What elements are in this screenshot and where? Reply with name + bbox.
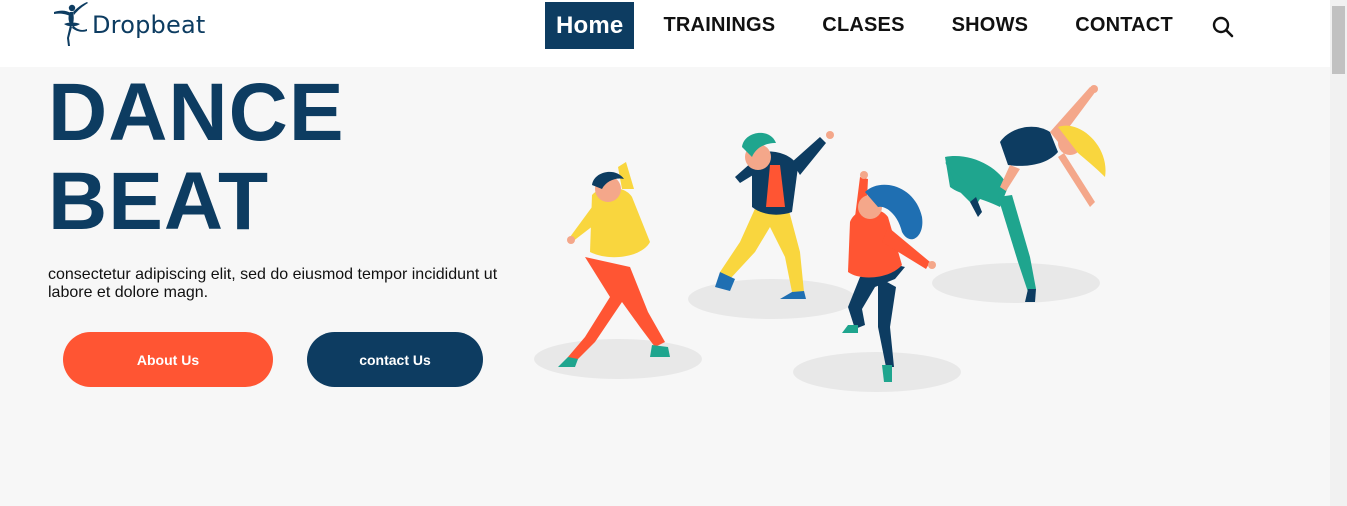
top-navbar: Dropbeat Home TRAININGS CLASES SHOWS CON… — [0, 0, 1330, 67]
brand-logo[interactable]: Dropbeat — [46, 0, 205, 50]
dancer-red-top — [842, 171, 936, 382]
hero-title: DANCE BEAT — [48, 68, 345, 246]
search-icon[interactable] — [1211, 15, 1235, 39]
floor-shadow — [688, 279, 856, 319]
nav-item-clases[interactable]: CLASES — [811, 2, 915, 49]
hero-title-line1: DANCE — [48, 67, 345, 158]
about-us-button[interactable]: About Us — [63, 332, 273, 387]
scrollbar-thumb[interactable] — [1332, 6, 1345, 74]
hero-description: consectetur adipiscing elit, sed do eius… — [48, 266, 498, 301]
floor-shadow — [932, 263, 1100, 303]
main-nav: Home TRAININGS CLASES SHOWS CONTACT — [545, 2, 1184, 49]
ballerina-icon — [54, 2, 88, 46]
dancers-illustration — [534, 85, 1106, 392]
nav-item-trainings[interactable]: TRAININGS — [652, 2, 786, 49]
contact-us-button[interactable]: contact Us — [307, 332, 483, 387]
nav-item-home[interactable]: Home — [545, 2, 635, 49]
nav-item-contact[interactable]: CONTACT — [1064, 2, 1184, 49]
nav-item-shows[interactable]: SHOWS — [941, 2, 1040, 49]
hero-title-line2: BEAT — [48, 156, 270, 247]
dancer-navy-jacket — [715, 131, 834, 299]
page-scrollbar[interactable] — [1330, 0, 1347, 506]
floor-shadow — [793, 352, 961, 392]
brand-name: Dropbeat — [92, 11, 206, 39]
floor-shadow — [534, 339, 702, 379]
dancer-yellow — [558, 162, 670, 367]
